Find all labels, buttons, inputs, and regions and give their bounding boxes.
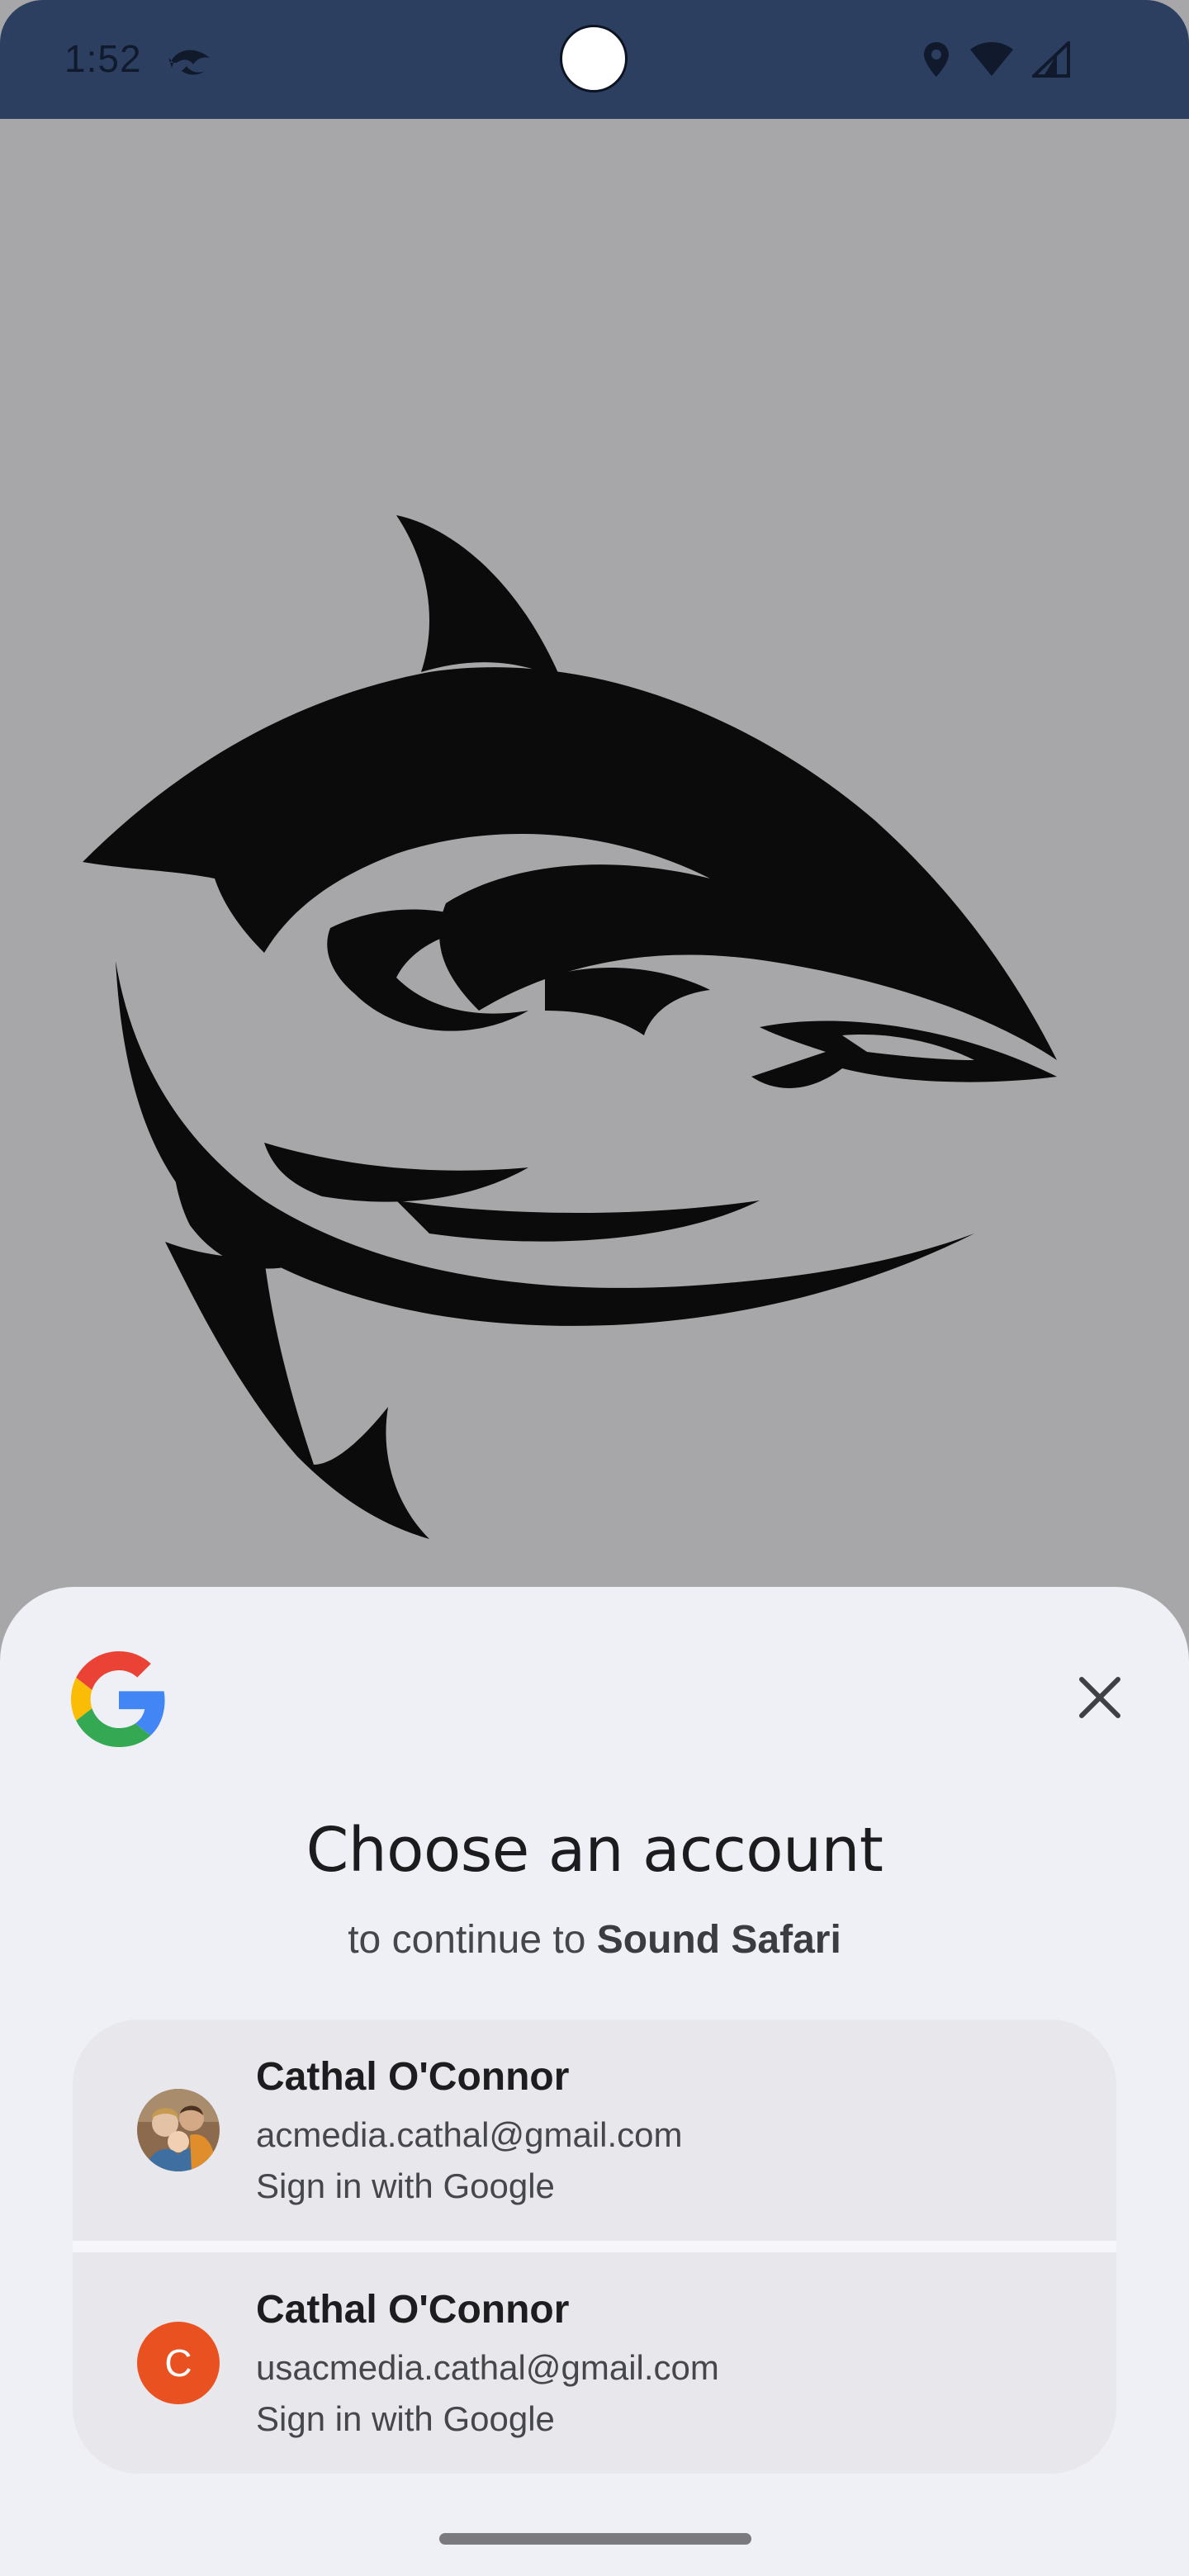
cell-signal-icon <box>1032 41 1070 78</box>
letter-avatar: C <box>137 2322 220 2404</box>
sheet-subtitle: to continue to Sound Safari <box>0 1917 1189 1963</box>
divider <box>73 2241 1116 2252</box>
account-action: Sign in with Google <box>256 2399 555 2438</box>
account-action: Sign in with Google <box>256 2166 555 2205</box>
status-icons <box>921 38 1070 81</box>
account-chooser-sheet: Choose an account to continue to Sound S… <box>0 1587 1189 2576</box>
subtitle-prefix: to continue to <box>348 1918 597 1962</box>
status-time: 1:52 <box>64 37 142 80</box>
subtitle-app-name: Sound Safari <box>596 1918 841 1962</box>
account-name: Cathal O'Connor <box>256 2055 570 2099</box>
shark-notification-icon <box>168 50 210 75</box>
account-email: usacmedia.cathal@gmail.com <box>256 2348 719 2387</box>
close-icon <box>1079 1677 1120 1718</box>
front-camera <box>560 25 628 92</box>
close-button[interactable] <box>1050 1656 1149 1739</box>
wifi-icon <box>970 42 1013 76</box>
account-list: Cathal O'Connor acmedia.cathal@gmail.com… <box>73 2020 1116 2474</box>
tribal-shark-logo <box>83 515 1057 1539</box>
account-item[interactable]: C Cathal O'Connor usacmedia.cathal@gmail… <box>73 2252 1116 2474</box>
status-bar: 1:52 <box>0 0 1189 119</box>
account-name: Cathal O'Connor <box>256 2288 570 2332</box>
account-item[interactable]: Cathal O'Connor acmedia.cathal@gmail.com… <box>73 2020 1116 2241</box>
sheet-title: Choose an account <box>306 1815 883 1886</box>
splash-screen <box>0 119 1189 1589</box>
avatar <box>137 2089 220 2171</box>
home-indicator[interactable] <box>439 2533 751 2545</box>
location-icon <box>924 42 949 77</box>
account-email: acmedia.cathal@gmail.com <box>256 2115 683 2154</box>
google-g-logo-icon <box>71 1651 165 1747</box>
photo-avatar-icon <box>137 2089 220 2171</box>
